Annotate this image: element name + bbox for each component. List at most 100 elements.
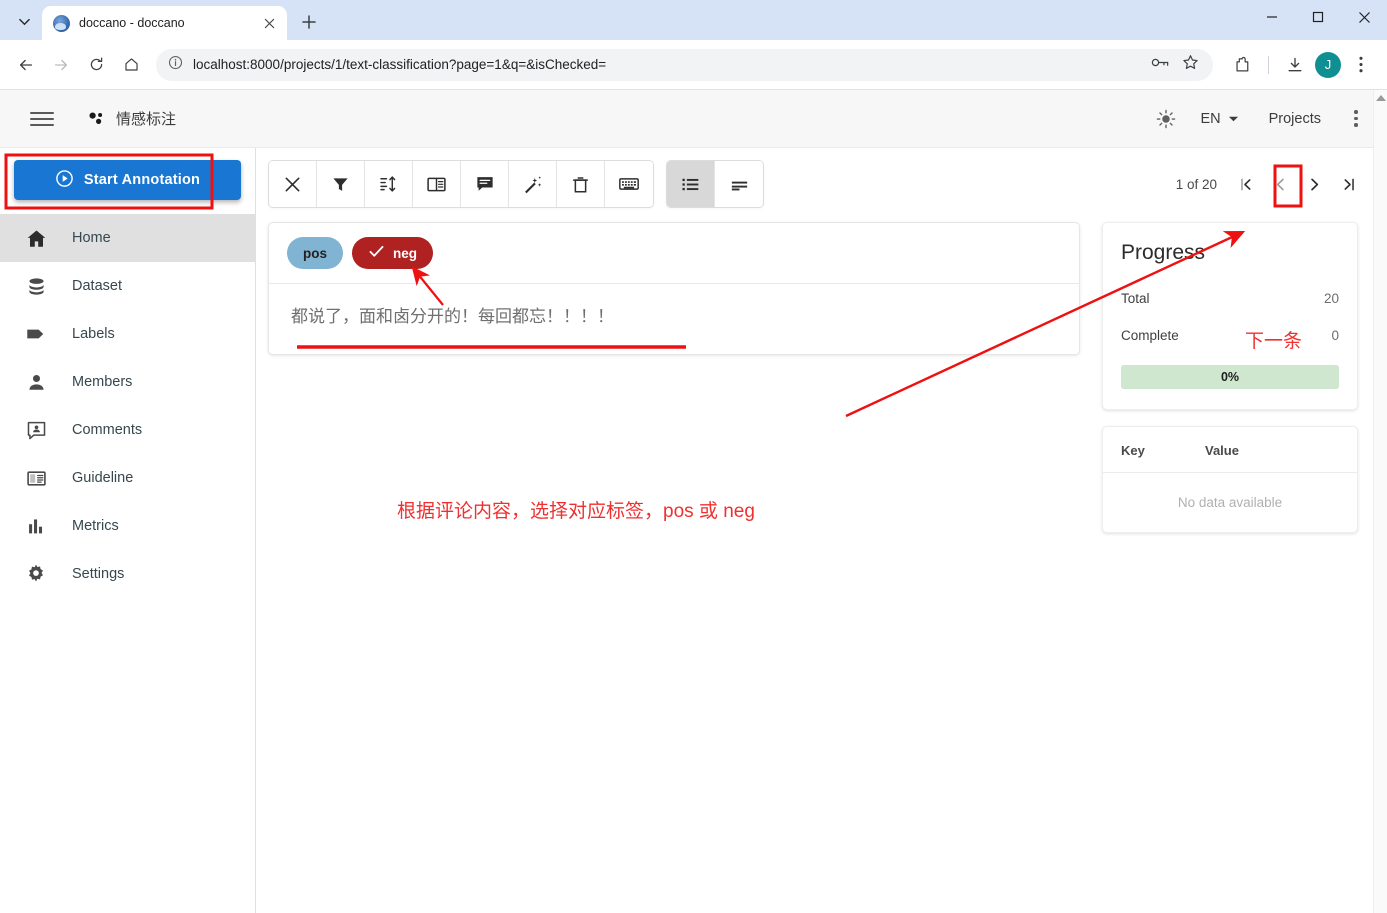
info-circle-icon[interactable] (168, 55, 183, 75)
progress-value: 20 (1324, 291, 1339, 306)
extensions-icon[interactable] (1226, 49, 1258, 81)
reload-button[interactable] (80, 49, 112, 81)
check-icon (368, 243, 385, 263)
sidebar-item-settings[interactable]: Settings (0, 550, 255, 598)
doccano-favicon (53, 15, 70, 32)
bookmark-star-icon[interactable] (1182, 54, 1199, 76)
database-icon (0, 276, 72, 297)
label-chip-text: pos (303, 246, 327, 261)
minimize-button[interactable] (1249, 0, 1295, 34)
text-view-button[interactable] (715, 161, 763, 207)
auto-label-button[interactable] (509, 161, 557, 207)
book-page-icon (0, 468, 72, 489)
language-label: EN (1200, 111, 1220, 127)
header-actions: EN Projects (1144, 97, 1373, 141)
maximize-button[interactable] (1295, 0, 1341, 34)
sidebar-item-members[interactable]: Members (0, 358, 255, 406)
brightness-icon[interactable] (1144, 97, 1188, 141)
label-tag-icon (0, 323, 72, 345)
sidebar-item-labels[interactable]: Labels (0, 310, 255, 358)
window-controls (1249, 0, 1387, 40)
chrome-menu-icon[interactable] (1345, 49, 1377, 81)
hamburger-icon[interactable] (26, 103, 58, 135)
back-button[interactable] (10, 49, 42, 81)
sidebar-item-metrics[interactable]: Metrics (0, 502, 255, 550)
sidebar-item-label: Dataset (72, 278, 122, 294)
document-card: pos neg 都说了，面和卤分开的！每回都忘！！！！ (268, 222, 1080, 355)
sidebar: Start Annotation Home (0, 148, 256, 913)
chevron-down-icon (1228, 111, 1239, 127)
start-annotation-button[interactable]: Start Annotation (14, 160, 241, 200)
metadata-column-key: Key (1121, 443, 1205, 458)
progress-row-total: Total 20 (1121, 291, 1339, 306)
progress-key: Complete (1121, 328, 1179, 343)
toolbar-view-group (666, 160, 764, 208)
forward-button[interactable] (45, 49, 77, 81)
sidebar-item-label: Metrics (72, 518, 119, 534)
sidebar-item-label: Home (72, 230, 111, 246)
browser-tab[interactable]: doccano - doccano (42, 6, 287, 40)
bar-chart-icon (0, 516, 72, 537)
side-panels: Progress Total 20 Complete 0 0% (1102, 222, 1358, 533)
projects-link[interactable]: Projects (1251, 111, 1339, 127)
first-page-button[interactable] (1229, 167, 1263, 201)
sidebar-item-home[interactable]: Home (0, 214, 255, 262)
sidebar-item-label: Settings (72, 566, 124, 582)
vertical-dots-icon[interactable] (1339, 110, 1373, 127)
start-annotation-label: Start Annotation (84, 172, 200, 188)
panel-layout-icon-button[interactable] (413, 161, 461, 207)
annotation-toolbar: 1 of 20 (268, 160, 1371, 208)
scroll-up-arrow-icon[interactable] (1376, 95, 1386, 101)
sort-button[interactable] (365, 161, 413, 207)
sidebar-item-dataset[interactable]: Dataset (0, 262, 255, 310)
play-circle-icon (55, 169, 74, 192)
language-selector[interactable]: EN (1188, 111, 1250, 127)
doccano-logo (88, 110, 106, 128)
browser-window: doccano - doccano (0, 0, 1387, 913)
profile-avatar[interactable]: J (1315, 52, 1341, 78)
list-view-button[interactable] (667, 161, 715, 207)
page-scrollbar[interactable] (1373, 90, 1387, 913)
progress-title: Progress (1121, 241, 1339, 265)
browser-actions: J (1222, 49, 1377, 81)
close-icon[interactable] (259, 13, 279, 33)
label-chip-pos[interactable]: pos (287, 237, 343, 269)
tab-search-chevron-icon[interactable] (10, 7, 38, 35)
home-button[interactable] (115, 49, 147, 81)
label-chip-text: neg (393, 246, 417, 261)
new-tab-button[interactable] (295, 8, 323, 36)
person-icon (0, 372, 72, 393)
label-chip-neg[interactable]: neg (352, 237, 433, 269)
last-page-button[interactable] (1331, 167, 1365, 201)
url-text: localhost:8000/projects/1/text-classific… (193, 57, 1141, 72)
filter-button[interactable] (317, 161, 365, 207)
password-key-icon[interactable] (1151, 55, 1170, 75)
label-chips: pos neg (269, 223, 1079, 283)
progress-bar: 0% (1121, 365, 1339, 389)
address-bar[interactable]: localhost:8000/projects/1/text-classific… (156, 49, 1213, 81)
delete-button[interactable] (557, 161, 605, 207)
metadata-column-value: Value (1205, 443, 1239, 458)
clear-filter-button[interactable] (269, 161, 317, 207)
sidebar-item-comments[interactable]: Comments (0, 406, 255, 454)
progress-row-complete: Complete 0 (1121, 328, 1339, 343)
sidebar-item-label: Labels (72, 326, 115, 342)
downloads-icon[interactable] (1279, 49, 1311, 81)
brand[interactable]: 情感标注 (88, 108, 176, 129)
content-row: pos neg 都说了，面和卤分开的！每回都忘！！！！ (268, 222, 1371, 533)
metadata-header: Key Value (1103, 427, 1357, 472)
start-annotation-wrapper: Start Annotation (0, 160, 255, 200)
progress-value: 0 (1331, 328, 1339, 343)
gear-icon (0, 563, 72, 585)
prev-page-button[interactable] (1263, 167, 1297, 201)
comment-button[interactable] (461, 161, 509, 207)
close-window-button[interactable] (1341, 0, 1387, 34)
toolbar-divider (1268, 56, 1269, 74)
sidebar-item-label: Comments (72, 422, 142, 438)
sidebar-item-guideline[interactable]: Guideline (0, 454, 255, 502)
tab-title: doccano - doccano (79, 16, 250, 30)
next-page-button[interactable] (1297, 167, 1331, 201)
keyboard-shortcuts-button[interactable] (605, 161, 653, 207)
doccano-app: 情感标注 EN Projec (0, 90, 1387, 913)
browser-tab-strip: doccano - doccano (0, 0, 1387, 40)
